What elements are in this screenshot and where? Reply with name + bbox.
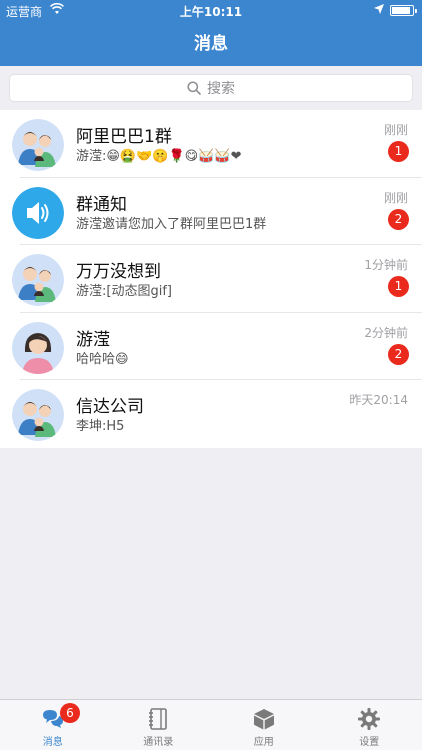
conversation-row[interactable]: 阿里巴巴1群 游滢:😁🤮🤝🤫🌹😋🥁🥁❤ 刚刚 1	[0, 110, 422, 178]
conversation-list: 阿里巴巴1群 游滢:😁🤮🤝🤫🌹😋🥁🥁❤ 刚刚 1 群通知 游滢邀请您加入了群阿里…	[0, 110, 422, 448]
page-title: 消息	[194, 34, 228, 54]
tab-messages[interactable]: 6 消息	[0, 700, 106, 750]
search-placeholder: 搜索	[207, 81, 235, 97]
contacts-icon	[149, 708, 168, 730]
group-avatar	[12, 389, 64, 441]
conversation-row[interactable]: 万万没想到 游滢:[动态图gif] 1分钟前 1	[0, 245, 422, 313]
conversation-title: 万万没想到	[76, 262, 161, 282]
conversation-title: 群通知	[76, 194, 127, 215]
speaker-icon	[12, 186, 64, 239]
conversation-row[interactable]: 群通知 游滢邀请您加入了群阿里巴巴1群 刚刚 2	[0, 178, 422, 245]
tab-label: 设置	[359, 737, 380, 748]
tab-label: 消息	[42, 737, 63, 748]
search-icon	[187, 81, 201, 95]
conversation-time: 昨天20:14	[349, 393, 408, 407]
tab-label: 通讯录	[143, 737, 174, 748]
nav-bar: 消息	[0, 22, 422, 66]
search-input[interactable]: 搜索	[9, 74, 413, 102]
tab-apps[interactable]: 应用	[211, 700, 317, 750]
conversation-preview: 游滢邀请您加入了群阿里巴巴1群	[76, 216, 267, 232]
conversation-preview: 李坤:H5	[76, 419, 125, 434]
conversation-time: 刚刚	[383, 190, 408, 205]
tab-label: 应用	[253, 737, 274, 748]
unread-badge: 2	[388, 343, 409, 365]
group-avatar	[12, 119, 64, 171]
unread-badge: 2	[388, 208, 409, 230]
tab-settings[interactable]: 设置	[317, 700, 422, 750]
conversation-time: 2分钟前	[364, 325, 408, 340]
status-bar: 运营商 上午10:11	[0, 0, 422, 22]
conversation-time: 1分钟前	[364, 258, 408, 272]
search-bar: 搜索	[0, 66, 422, 110]
conversation-title: 阿里巴巴1群	[76, 127, 172, 147]
conversation-row[interactable]: 游滢 哈哈哈😄 2分钟前 2	[0, 313, 422, 380]
unread-badge: 1	[388, 276, 409, 297]
clock: 上午10:11	[179, 5, 243, 19]
battery-icon	[390, 5, 417, 16]
conversation-title: 游滢	[76, 329, 110, 350]
conversation-time: 刚刚	[383, 123, 408, 137]
box-icon	[253, 709, 274, 730]
person-avatar	[12, 321, 64, 374]
conversation-preview: 哈哈哈😄	[76, 351, 129, 367]
unread-badge: 1	[388, 141, 409, 162]
tab-bar: 6 消息 通讯录 应用 设置	[0, 699, 422, 750]
conversation-title: 信达公司	[76, 397, 144, 417]
gear-icon	[358, 708, 381, 730]
tab-contacts[interactable]: 通讯录	[106, 700, 212, 750]
conversation-preview: 游滢:[动态图gif]	[76, 284, 172, 299]
tab-badge: 6	[60, 703, 80, 723]
group-avatar	[12, 254, 64, 306]
location-arrow-icon	[374, 4, 384, 14]
conversation-row[interactable]: 信达公司 李坤:H5 昨天20:14	[0, 380, 422, 448]
conversation-preview: 游滢:😁🤮🤝🤫🌹😋🥁🥁❤	[76, 149, 242, 164]
